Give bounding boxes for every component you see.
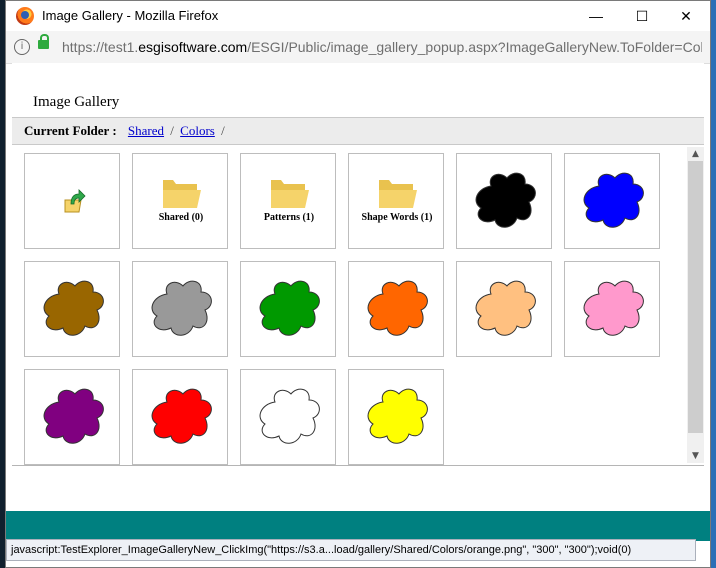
- pink-paint-blob: [583, 280, 644, 336]
- breadcrumb-link-colors[interactable]: Colors: [180, 123, 215, 138]
- vertical-scrollbar[interactable]: ▲ ▼: [687, 147, 704, 463]
- folder-icon: [271, 180, 309, 208]
- gallery-image-blue[interactable]: [564, 153, 660, 249]
- gallery-image-white[interactable]: [240, 369, 336, 465]
- folder-icon: [379, 180, 417, 208]
- gray-paint-blob: [151, 280, 212, 336]
- maximize-button[interactable]: ☐: [619, 3, 665, 29]
- blue-paint-blob: [583, 172, 644, 228]
- gallery-image-black[interactable]: [456, 153, 552, 249]
- scroll-up-arrow-icon[interactable]: ▲: [687, 147, 704, 161]
- folder-icon: [163, 180, 201, 208]
- gallery-image-red[interactable]: [132, 369, 228, 465]
- gallery-image-brown[interactable]: [24, 261, 120, 357]
- scroll-thumb[interactable]: [688, 161, 703, 433]
- info-icon[interactable]: i: [14, 39, 30, 55]
- breadcrumb-separator: /: [170, 123, 174, 138]
- folder-up-icon: [64, 189, 86, 213]
- yellow-paint-blob: [367, 388, 428, 444]
- gallery-image-pink[interactable]: [564, 261, 660, 357]
- url-prefix: https://test1.: [62, 39, 139, 55]
- folder-label: Shared (0): [158, 212, 204, 223]
- gallery-folder-up[interactable]: [24, 153, 120, 249]
- url-domain: esgisoftware.com: [138, 39, 248, 55]
- page-title: Image Gallery: [33, 94, 120, 110]
- breadcrumb-link-shared[interactable]: Shared: [128, 123, 164, 138]
- white-paint-blob: [259, 388, 320, 444]
- gallery-image-yellow[interactable]: [348, 369, 444, 465]
- black-paint-blob: [475, 172, 536, 228]
- folder-label: Patterns (1): [263, 212, 315, 223]
- current-folder-bar: Current Folder : Shared / Colors /: [12, 117, 704, 145]
- gallery-image-green[interactable]: [240, 261, 336, 357]
- gallery-image-orange[interactable]: [348, 261, 444, 357]
- breadcrumb-separator: /: [221, 123, 225, 138]
- folder-label: Shape Words (1): [361, 212, 433, 223]
- title-bar: Image Gallery - Mozilla Firefox — ☐ ✕: [6, 1, 710, 31]
- brown-paint-blob: [43, 280, 104, 336]
- red-paint-blob: [151, 388, 212, 444]
- close-button[interactable]: ✕: [663, 3, 709, 29]
- firefox-icon: [16, 7, 34, 25]
- image-grid: ▲ ▼ Shared (0) Patterns (1) Shape Words (1…: [12, 145, 704, 466]
- page-content: Image Gallery Current Folder : Shared / …: [12, 63, 704, 511]
- purple-paint-blob: [43, 388, 104, 444]
- browser-window: Image Gallery - Mozilla Firefox — ☐ ✕ i …: [5, 0, 711, 568]
- orange-paint-blob: [367, 280, 428, 336]
- gallery-image-gray[interactable]: [132, 261, 228, 357]
- gallery-image-peach[interactable]: [456, 261, 552, 357]
- minimize-button[interactable]: —: [573, 3, 619, 29]
- gallery-folder[interactable]: Shared (0): [132, 153, 228, 249]
- window-title: Image Gallery - Mozilla Firefox: [42, 8, 219, 23]
- url-text[interactable]: https://test1.esgisoftware.com/ESGI/Publ…: [62, 39, 702, 55]
- page-footer-band: [6, 511, 710, 541]
- status-bar: javascript:TestExplorer_ImageGalleryNew_…: [6, 539, 696, 561]
- scroll-down-arrow-icon[interactable]: ▼: [687, 449, 704, 463]
- lock-icon[interactable]: [38, 34, 49, 49]
- url-bar[interactable]: i https://test1.esgisoftware.com/ESGI/Pu…: [6, 31, 710, 64]
- gallery-folder[interactable]: Patterns (1): [240, 153, 336, 249]
- url-suffix: /ESGI/Public/image_gallery_popup.aspx?Im…: [247, 39, 702, 55]
- peach-paint-blob: [475, 280, 536, 336]
- gallery-folder[interactable]: Shape Words (1): [348, 153, 444, 249]
- gallery-image-purple[interactable]: [24, 369, 120, 465]
- green-paint-blob: [259, 280, 320, 336]
- current-folder-label: Current Folder :: [24, 123, 117, 138]
